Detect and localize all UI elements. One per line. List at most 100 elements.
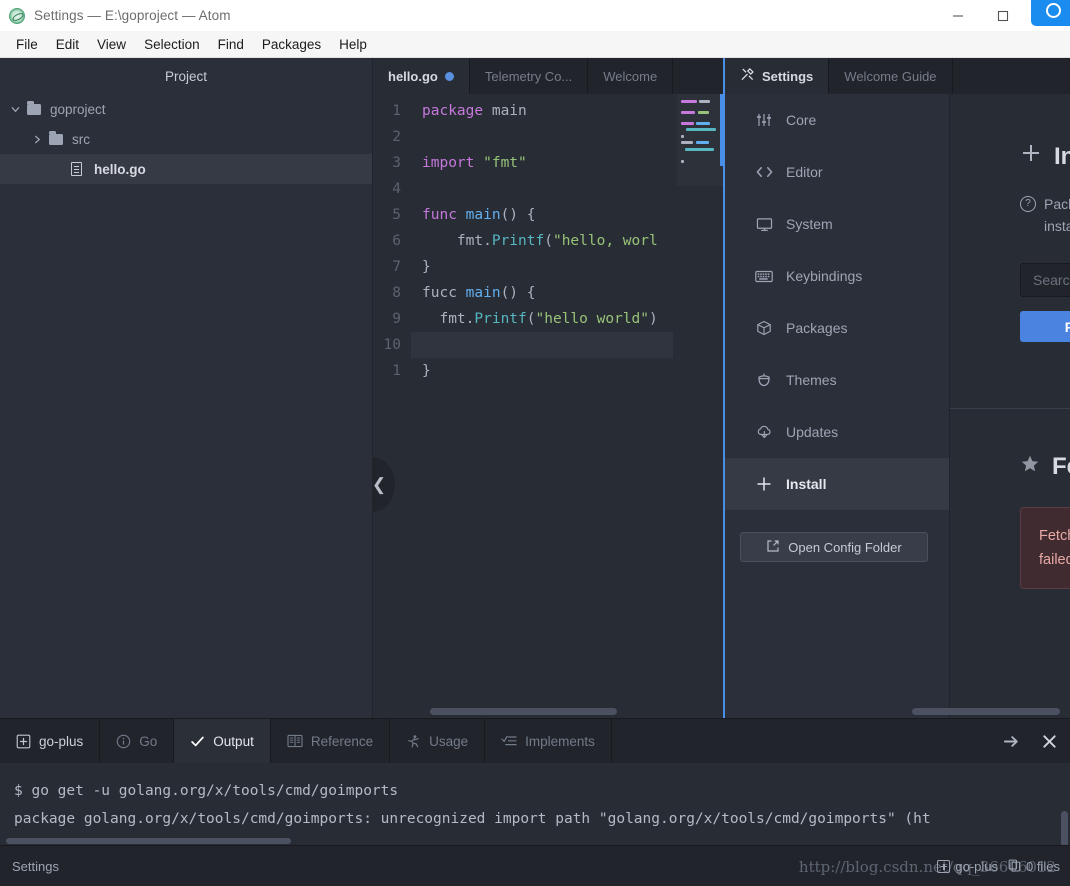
fetch-error-line1: Fetch	[1039, 528, 1070, 544]
chevron-down-icon[interactable]	[6, 105, 24, 114]
tab-hello-go[interactable]: hello.go	[373, 58, 470, 94]
menu-item-file[interactable]: File	[7, 34, 47, 55]
menu-item-view[interactable]: View	[88, 34, 135, 55]
tree-item-label: src	[72, 131, 90, 147]
tree-item-label: hello.go	[94, 161, 146, 177]
code-line: fmt.Printf("hello world")	[422, 311, 658, 327]
code-line-active	[411, 332, 673, 358]
packages-filter-button[interactable]: Packa	[1020, 311, 1070, 342]
packages-filter-label: Packa	[1065, 319, 1070, 335]
sidebar-item-label: Packages	[786, 320, 848, 336]
code-line: }	[422, 363, 431, 379]
menu-item-edit[interactable]: Edit	[47, 34, 88, 55]
menu-item-selection[interactable]: Selection	[135, 34, 209, 55]
editor-horizontal-scrollbar-track[interactable]	[373, 704, 723, 718]
maximize-button[interactable]	[980, 0, 1025, 31]
package-search-input[interactable]: Searc	[1020, 263, 1070, 297]
tree-item-hello-go[interactable]: hello.go	[0, 154, 372, 184]
arrow-right-icon[interactable]	[998, 728, 1024, 754]
settings-horizontal-scrollbar-track[interactable]	[912, 704, 1070, 718]
output-console[interactable]: $ go get -u golang.org/x/tools/cmd/goimp…	[0, 763, 1070, 846]
runner-icon	[406, 734, 421, 749]
code-icon	[755, 165, 773, 179]
bottom-dock: go-plus Go Output Reference Usage Implem…	[0, 718, 1070, 846]
copy-icon	[1008, 859, 1021, 875]
close-icon[interactable]	[1036, 728, 1062, 754]
package-icon	[755, 320, 773, 336]
code-content[interactable]: 1 package main 2 3 import "fmt" 4 5 func ma…	[373, 94, 723, 718]
install-section-heading: In	[1020, 142, 1070, 171]
tree-item-src[interactable]: src	[0, 124, 372, 154]
install-title: In	[1054, 142, 1070, 170]
dock-tab-implements[interactable]: Implements	[485, 719, 612, 763]
dock-tab-reference[interactable]: Reference	[271, 719, 391, 763]
sidebar-item-editor[interactable]: Editor	[725, 146, 949, 198]
tab-welcome-guide[interactable]: Welcome Guide	[829, 58, 953, 94]
sliders-icon	[755, 112, 773, 128]
editor-horizontal-scrollbar-thumb[interactable]	[430, 708, 617, 715]
sidebar-item-system[interactable]: System	[725, 198, 949, 250]
status-item-go-plus[interactable]: go-plus	[937, 859, 998, 874]
sidebar-item-label: System	[786, 216, 833, 232]
dock-tab-output[interactable]: Output	[174, 719, 271, 763]
dock-tab-label: Reference	[310, 733, 374, 749]
sidebar-item-updates[interactable]: Updates	[725, 406, 949, 458]
info-icon	[116, 734, 131, 749]
wrench-screwdriver-icon	[740, 67, 755, 85]
line-number: 2	[392, 129, 401, 145]
dock-tab-label: Output	[213, 733, 254, 749]
console-horizontal-scrollbar[interactable]	[6, 838, 291, 844]
console-line: $ go get -u golang.org/x/tools/cmd/goimp…	[14, 783, 399, 799]
dock-tab-go[interactable]: Go	[100, 719, 175, 763]
editor-minimap[interactable]	[677, 94, 723, 186]
fetch-error-box: Fetch failed	[1020, 507, 1070, 589]
sidebar-item-label: Editor	[786, 164, 823, 180]
sidebar-item-core[interactable]: Core	[725, 94, 949, 146]
open-config-folder-button[interactable]: Open Config Folder	[740, 532, 928, 562]
tab-label: Settings	[762, 68, 814, 84]
editor-pane: hello.go Telemetry Co... Welcome 1 packag…	[373, 58, 723, 718]
install-hint-line1: Pack	[1044, 196, 1070, 212]
plus-icon	[1020, 142, 1042, 171]
dock-tab-usage[interactable]: Usage	[390, 719, 486, 763]
status-left-label[interactable]: Settings	[0, 859, 59, 874]
tree-item-goproject[interactable]: goproject	[0, 94, 372, 124]
folder-icon	[46, 130, 66, 145]
menu-item-help[interactable]: Help	[330, 34, 376, 55]
settings-pane: Settings Welcome Guide Core Editor Syste…	[723, 58, 1070, 718]
code-line: fmt.Printf("hello, worl	[422, 233, 658, 249]
window-controls	[935, 0, 1070, 31]
console-vertical-scrollbar[interactable]	[1061, 811, 1068, 846]
sidebar-item-label: Updates	[786, 424, 839, 440]
featured-section-heading: Fe	[1020, 453, 1070, 481]
editor-body[interactable]: 1 package main 2 3 import "fmt" 4 5 func ma…	[373, 94, 723, 718]
dock-tab-go-plus[interactable]: go-plus	[0, 719, 101, 763]
line-number: 9	[392, 311, 401, 327]
sidebar-item-themes[interactable]: Themes	[725, 354, 949, 406]
line-number: 10	[383, 337, 401, 353]
status-item-files[interactable]: 0 files	[1008, 859, 1060, 875]
line-number: 1	[392, 363, 401, 379]
line-number: 4	[392, 181, 401, 197]
featured-title: Fe	[1052, 453, 1070, 480]
tab-label: Welcome	[603, 68, 658, 84]
tab-settings[interactable]: Settings	[725, 58, 830, 94]
paintbucket-icon	[755, 372, 773, 388]
chevron-right-icon[interactable]	[28, 135, 46, 144]
status-right-group: go-plus 0 files	[937, 846, 1060, 886]
menu-item-find[interactable]: Find	[209, 34, 253, 55]
code-line: package main	[422, 103, 527, 119]
sidebar-item-packages[interactable]: Packages	[725, 302, 949, 354]
tab-welcome[interactable]: Welcome	[588, 58, 674, 94]
sidebar-item-keybindings[interactable]: Keybindings	[725, 250, 949, 302]
minimize-button[interactable]	[935, 0, 980, 31]
notification-badge-icon[interactable]	[1031, 0, 1070, 26]
sidebar-item-install[interactable]: Install	[725, 458, 949, 510]
monitor-icon	[755, 217, 773, 232]
settings-horizontal-scrollbar-thumb[interactable]	[912, 708, 1060, 715]
menu-item-packages[interactable]: Packages	[253, 34, 330, 55]
tab-telemetry-consent[interactable]: Telemetry Co...	[469, 58, 589, 94]
cloud-down-icon	[755, 425, 773, 440]
